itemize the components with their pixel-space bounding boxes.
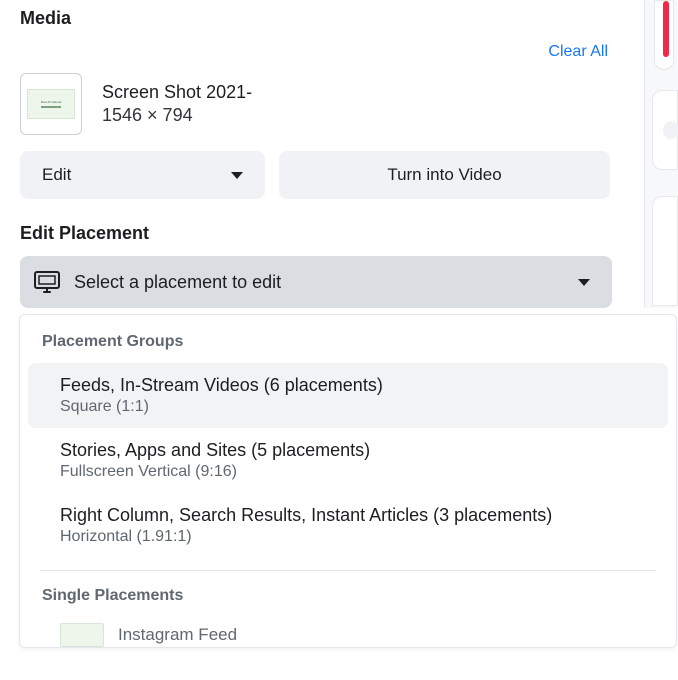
placement-thumbnail xyxy=(60,623,104,647)
group-header: Placement Groups xyxy=(20,333,676,351)
section-title: Media xyxy=(20,8,610,29)
option-title: Stories, Apps and Sites (5 placements) xyxy=(60,440,656,461)
media-dimensions: 1546 × 794 xyxy=(102,105,610,126)
edit-button[interactable]: Edit xyxy=(20,151,265,199)
edit-placement-heading: Edit Placement xyxy=(20,223,610,244)
option-subtitle: Horizontal (1.91:1) xyxy=(60,528,656,546)
single-header: Single Placements xyxy=(20,587,676,605)
media-panel: Media Clear All Best All Natural Screen … xyxy=(0,0,630,648)
placement-group-option[interactable]: Stories, Apps and Sites (5 placements) F… xyxy=(20,428,676,493)
turn-into-video-label: Turn into Video xyxy=(387,165,501,185)
single-placement-label: Instagram Feed xyxy=(118,625,237,645)
placement-select[interactable]: Select a placement to edit xyxy=(20,256,612,308)
alert-indicator xyxy=(654,0,674,70)
placement-group-option[interactable]: Right Column, Search Results, Instant Ar… xyxy=(20,493,676,558)
placement-group-option[interactable]: Feeds, In-Stream Videos (6 placements) S… xyxy=(28,363,668,428)
single-placement-option[interactable]: Instagram Feed xyxy=(20,617,676,647)
media-item: Best All Natural Screen Shot 2021- 1546 … xyxy=(20,73,610,135)
option-title: Feeds, In-Stream Videos (6 placements) xyxy=(60,375,656,396)
chevron-down-icon xyxy=(578,279,590,286)
right-side-card xyxy=(652,90,678,170)
option-subtitle: Fullscreen Vertical (9:16) xyxy=(60,463,656,481)
thumbnail-preview: Best All Natural xyxy=(27,89,75,119)
placement-select-label: Select a placement to edit xyxy=(74,272,564,293)
chevron-down-icon xyxy=(231,172,243,179)
media-thumbnail[interactable]: Best All Natural xyxy=(20,73,82,135)
turn-into-video-button[interactable]: Turn into Video xyxy=(279,151,610,199)
option-title: Right Column, Search Results, Instant Ar… xyxy=(60,505,656,526)
right-side-card xyxy=(652,196,678,306)
clear-all-link[interactable]: Clear All xyxy=(548,43,608,60)
media-filename: Screen Shot 2021- xyxy=(102,82,610,103)
option-subtitle: Square (1:1) xyxy=(60,398,656,416)
placement-dropdown: Placement Groups Feeds, In-Stream Videos… xyxy=(19,314,677,648)
divider xyxy=(40,570,656,571)
edit-button-label: Edit xyxy=(42,165,71,185)
device-icon xyxy=(34,271,60,293)
